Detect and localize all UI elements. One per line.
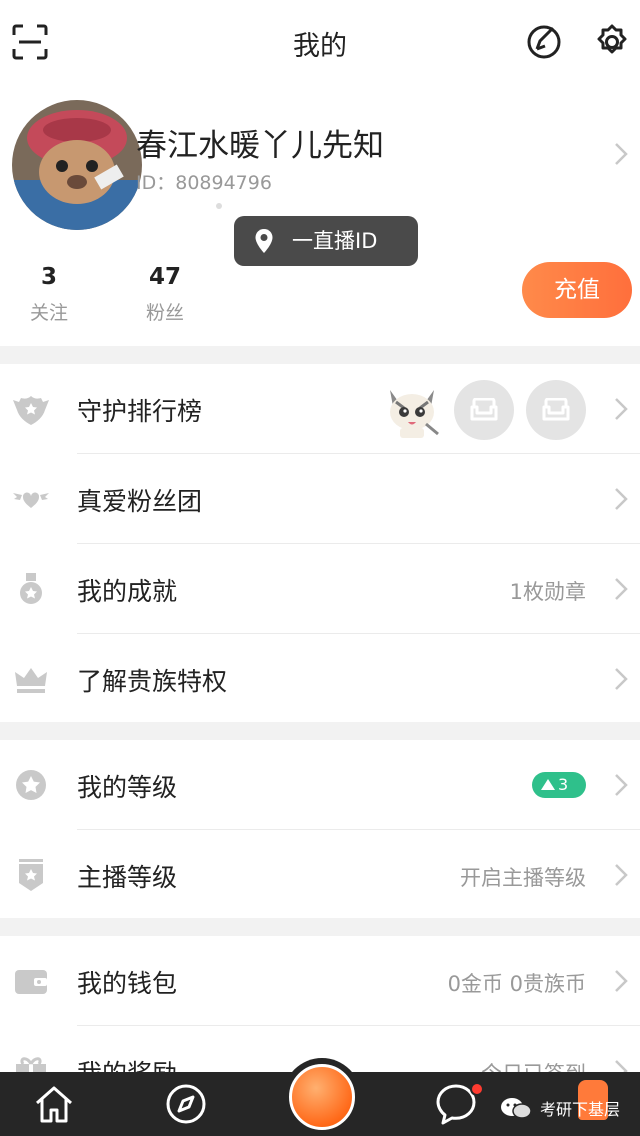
live-id-tooltip[interactable]: 一直播ID bbox=[234, 216, 418, 266]
tooltip-text: 一直播ID bbox=[292, 229, 378, 253]
fans-label: 粉丝 bbox=[145, 302, 184, 324]
menu-item-label: 我的钱包 bbox=[77, 969, 178, 998]
menu-group-2: 我的等级 3 主播等级 开启主播等级 bbox=[0, 740, 640, 918]
top-bar: 我的 bbox=[0, 0, 640, 86]
chevron-right-icon bbox=[615, 970, 628, 992]
chevron-right-icon bbox=[615, 774, 628, 796]
menu-item-nobility[interactable]: 了解贵族特权 bbox=[0, 634, 640, 724]
user-name: 春江水暖丫儿先知 bbox=[136, 128, 384, 164]
menu-item-guard-rank[interactable]: 守护排行榜 bbox=[0, 364, 640, 454]
chevron-right-icon bbox=[615, 864, 628, 886]
avatar[interactable] bbox=[12, 100, 142, 230]
edit-icon[interactable] bbox=[524, 22, 564, 62]
location-pin-icon bbox=[255, 229, 273, 253]
guardian-empty-seat[interactable] bbox=[454, 380, 514, 440]
triangle-up-icon bbox=[541, 779, 555, 790]
menu-item-label: 主播等级 bbox=[77, 863, 178, 892]
menu-item-host-level[interactable]: 主播等级 开启主播等级 bbox=[0, 830, 640, 920]
menu-item-label: 我的成就 bbox=[77, 577, 178, 606]
menu-item-value: 0金币 0贵族币 bbox=[447, 972, 586, 996]
menu-item-value: 今日已签到 bbox=[481, 1058, 586, 1072]
watermark: 考研下基层 bbox=[500, 1096, 620, 1120]
menu-item-value: 1枚勋章 bbox=[509, 580, 586, 604]
shield-icon bbox=[13, 396, 49, 425]
sofa-icon bbox=[470, 398, 498, 421]
menu-item-label: 我的奖励 bbox=[77, 1054, 177, 1072]
menu-item-label: 了解贵族特权 bbox=[77, 667, 228, 696]
fans-count: 47 bbox=[148, 264, 181, 290]
chevron-right-icon bbox=[615, 578, 628, 600]
guardian-avatar[interactable] bbox=[382, 380, 442, 440]
menu-item-label: 守护排行榜 bbox=[77, 397, 203, 426]
chevron-right-icon bbox=[615, 143, 628, 165]
wallet-icon bbox=[15, 970, 47, 994]
chevron-right-icon bbox=[615, 488, 628, 510]
crown-icon bbox=[15, 668, 47, 693]
star-icon bbox=[16, 770, 46, 800]
tab-home[interactable] bbox=[32, 1082, 76, 1126]
compass-icon bbox=[166, 1084, 206, 1124]
notification-dot bbox=[470, 1082, 484, 1096]
level-value: 3 bbox=[558, 775, 569, 794]
chevron-right-icon bbox=[615, 668, 628, 690]
user-id: ID：80894796 bbox=[136, 172, 272, 194]
recharge-button[interactable]: 充值 bbox=[522, 262, 632, 318]
level-badge: 3 bbox=[532, 772, 586, 798]
record-icon bbox=[289, 1064, 355, 1130]
gear-icon[interactable] bbox=[592, 22, 632, 62]
page-indicator-dot bbox=[216, 203, 222, 209]
home-icon bbox=[36, 1086, 72, 1123]
heart-wings-icon bbox=[13, 492, 49, 508]
wechat-icon bbox=[501, 1098, 532, 1119]
badge-icon bbox=[19, 859, 43, 891]
following-stat[interactable]: 3 关注 bbox=[9, 264, 89, 325]
gift-icon bbox=[16, 1057, 46, 1072]
tab-discover[interactable] bbox=[164, 1082, 208, 1126]
menu-group-3: 我的钱包 0金币 0贵族币 我的奖励 今日已签到 bbox=[0, 936, 640, 1072]
fans-stat[interactable]: 47 粉丝 bbox=[125, 264, 205, 325]
menu-item-label: 我的等级 bbox=[77, 773, 178, 802]
guardian-empty-seat[interactable] bbox=[526, 380, 586, 440]
menu-item-wallet[interactable]: 我的钱包 0金币 0贵族币 bbox=[0, 936, 640, 1026]
following-count: 3 bbox=[40, 264, 57, 290]
following-label: 关注 bbox=[29, 302, 68, 324]
watermark-text: 考研下基层 bbox=[540, 1100, 621, 1119]
chevron-right-icon bbox=[615, 398, 628, 420]
menu-item-fan-club[interactable]: 真爱粉丝团 bbox=[0, 454, 640, 544]
menu-group-1: 守护排行榜 真爱粉丝团 我的成就 1枚勋章 了解贵族特权 bbox=[0, 364, 640, 722]
menu-item-my-level[interactable]: 我的等级 3 bbox=[0, 740, 640, 830]
medal-icon bbox=[20, 573, 42, 604]
menu-item-value: 开启主播等级 bbox=[460, 866, 586, 890]
chevron-right-icon bbox=[615, 1060, 628, 1072]
sofa-icon bbox=[542, 398, 570, 421]
menu-item-label: 真爱粉丝团 bbox=[77, 487, 203, 516]
go-live-button[interactable] bbox=[283, 1058, 361, 1136]
menu-item-achievements[interactable]: 我的成就 1枚勋章 bbox=[0, 544, 640, 634]
